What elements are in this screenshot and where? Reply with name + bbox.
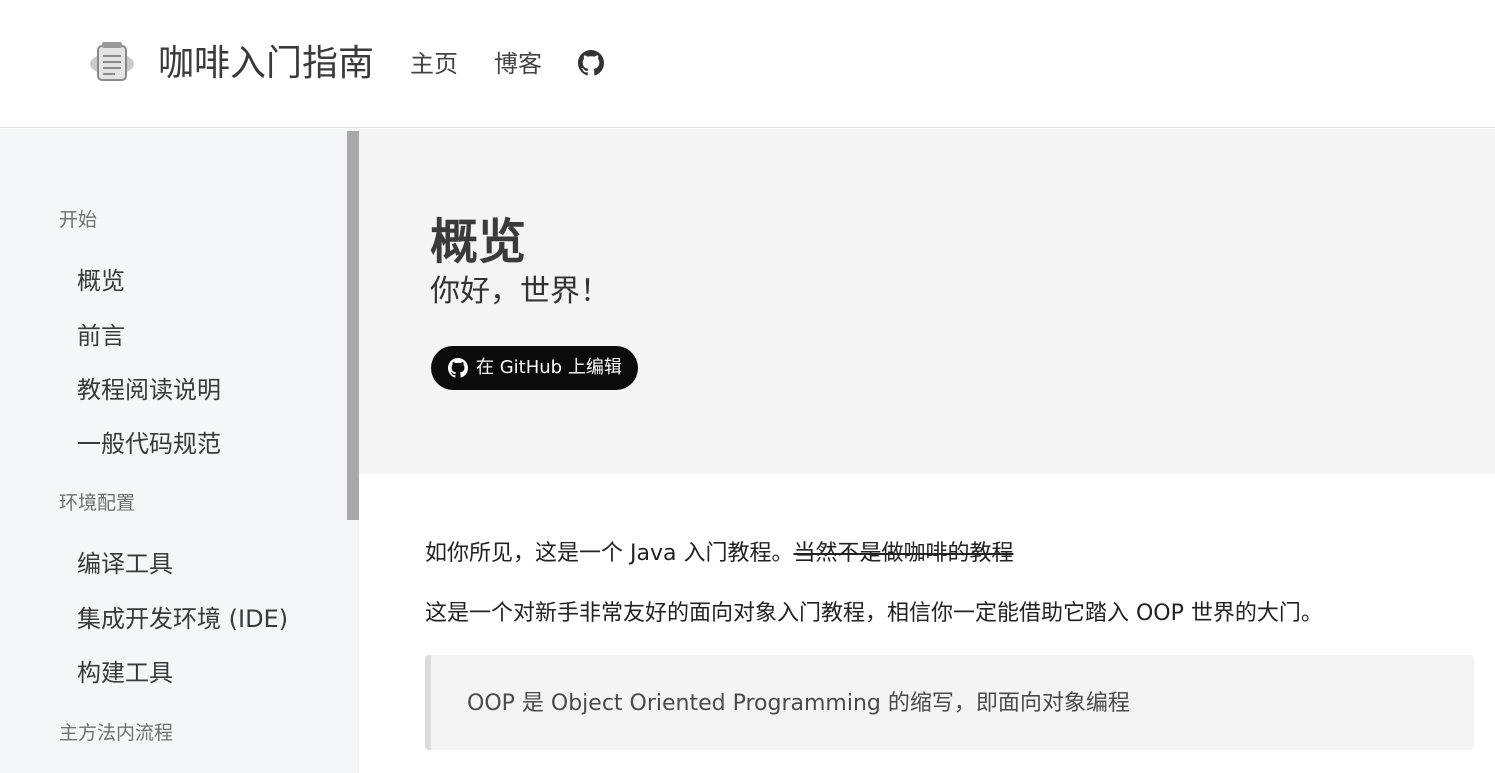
sidebar-scrollbar[interactable] [347, 131, 359, 520]
site-header: 咖啡入门指南 主页 博客 [0, 0, 1495, 128]
blockquote-text: OOP 是 Object Oriented Programming 的缩写，即面… [467, 691, 1130, 716]
sidebar-section-main-flow: 主方法内流程 [59, 722, 174, 744]
site-title[interactable]: 咖啡入门指南 [158, 40, 374, 88]
intro-text: 如你所见，这是一个 Java 入门教程。 [425, 541, 794, 566]
edit-button-label: 在 GitHub 上编辑 [476, 357, 622, 378]
sidebar-item-overview[interactable]: 概览 [77, 265, 125, 297]
strikethrough-text: 当然不是做咖啡的教程 [793, 541, 1014, 566]
sidebar-item-ide[interactable]: 集成开发环境 (IDE) [77, 603, 288, 635]
sidebar-section-environment: 环境配置 [59, 492, 136, 514]
sidebar-item-preface[interactable]: 前言 [77, 320, 125, 352]
description-paragraph: 这是一个对新手非常友好的面向对象入门教程，相信你一定能借助它踏入 OOP 世界的… [425, 601, 1323, 626]
github-icon [448, 358, 468, 378]
nav-blog-link[interactable]: 博客 [494, 48, 542, 80]
sidebar-section-start: 开始 [59, 209, 98, 231]
sidebar-item-compiler[interactable]: 编译工具 [77, 548, 173, 580]
page-subtitle: 你好，世界！ [430, 274, 610, 309]
notebook-icon[interactable] [88, 40, 136, 86]
sidebar-item-reading-guide[interactable]: 教程阅读说明 [77, 374, 221, 406]
page-title: 概览 [430, 214, 527, 270]
nav-home-link[interactable]: 主页 [410, 48, 458, 80]
edit-on-github-button[interactable]: 在 GitHub 上编辑 [431, 346, 638, 390]
intro-paragraph: 如你所见，这是一个 Java 入门教程。当然不是做咖啡的教程 [425, 538, 1013, 570]
sidebar-item-code-style[interactable]: 一般代码规范 [77, 428, 221, 460]
sidebar-item-build-tools[interactable]: 构建工具 [77, 657, 173, 689]
github-icon[interactable] [578, 50, 604, 76]
